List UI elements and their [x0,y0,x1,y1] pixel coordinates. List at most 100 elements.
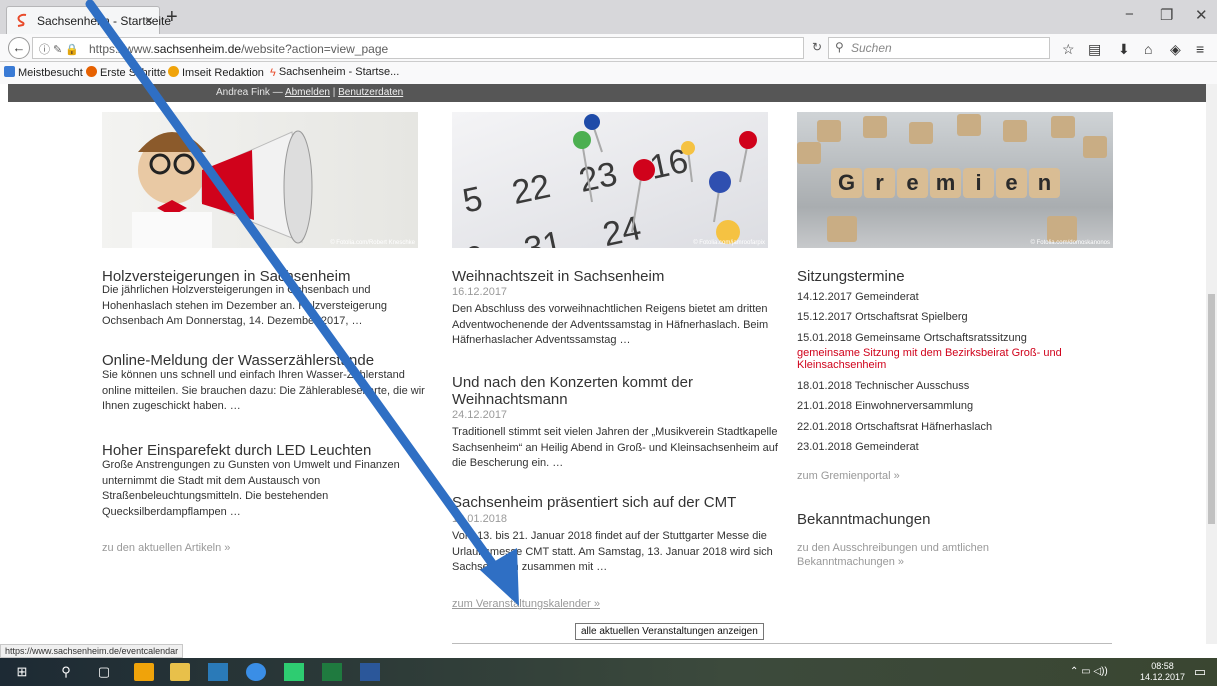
url-text: https://www.sachsenheim.de/website?actio… [89,42,389,56]
svg-text:23: 23 [576,155,621,200]
home-icon[interactable]: ⌂ [1144,41,1152,57]
windows-taskbar: ⊞ ⚲ ▢ ⌃ ▭ ◁)) 08:58 14.12.2017 ▭ [0,658,1217,686]
megaphone-image[interactable]: © Fotolia.com/Robert Kneschke [102,112,418,248]
excel-icon[interactable] [322,663,342,681]
letter-cube: m [930,168,961,198]
search-input[interactable]: ⚲ Suchen [828,37,1050,59]
bookmark-star-icon[interactable]: ☆ [1062,41,1075,58]
article-teaser: Große Anstrengungen zu Gunsten von Umwel… [102,459,400,518]
article-teaser: Vom 13. bis 21. Januar 2018 findet auf d… [452,530,773,573]
userbar-separator: | [332,87,336,98]
event-calendar-link[interactable]: zum Veranstaltungskalender » [452,598,600,610]
scrollbar-thumb[interactable] [1208,294,1215,524]
committee-portal-link[interactable]: zum Gremienportal » [797,470,900,482]
reload-icon[interactable]: ↻ [812,40,822,54]
meeting-item[interactable]: 22.01.2018 Ortschaftsrat Häfnerhaslach [797,421,992,433]
article-title[interactable]: Online-Meldung der Wasserzählerstände [102,352,374,369]
bookmarks-bar: Meistbesucht Erste Schritte Imseit Redak… [0,62,1217,84]
articles-more-link[interactable]: zu den aktuellen Artikeln » [102,542,230,554]
windows-start-icon[interactable]: ⊞ [12,663,32,681]
file-explorer-icon[interactable] [170,663,190,681]
calendar-pins-image[interactable]: 5222316 63124 © Fotolia.com/jamroofarpix [452,112,768,248]
gremien-image[interactable]: G r e m i e n © Fotolia.com/domoskanonos [797,112,1113,248]
svg-text:6: 6 [462,238,488,248]
userdata-link[interactable]: Benutzerdaten [338,87,403,98]
article-teaser: Den Abschluss des vorweihnachtlichen Rei… [452,303,769,346]
logout-link[interactable]: Abmelden [285,87,330,98]
section-title: Sitzungstermine [797,268,905,285]
announcements-link[interactable]: zu den Ausschreibungen und amtlichen Bek… [797,541,1057,569]
article-date: 24.12.2017 [452,409,508,421]
meeting-item[interactable]: 23.01.2018 Gemeinderat [797,441,919,453]
user-bar: Andrea Fink — Abmelden | Benutzerdaten [8,84,1206,102]
svg-text:5: 5 [459,179,485,220]
sachsenheim-favicon-icon [17,13,27,27]
screen: Sachsenheim - Startseite × + − ❐ ✕ ← ⓘ ✎… [0,0,1217,686]
article-date: 13.01.2018 [452,513,508,525]
notification-icon[interactable]: ▭ [1190,663,1210,681]
meeting-item[interactable]: 21.01.2018 Einwohnerversammlung [797,400,973,412]
outlook-icon[interactable] [134,663,154,681]
image-credit: © Fotolia.com/jamroofarpix [693,240,765,246]
article-teaser: Die jährlichen Holzversteigerungen in Oc… [102,284,387,327]
tab-close-icon[interactable]: × [145,12,153,28]
section-title: Bekanntmachungen [797,511,931,528]
bookmark-item[interactable]: Erste Schritte [86,66,166,79]
app-icon[interactable] [208,663,228,681]
search-placeholder: Suchen [851,41,892,55]
clock-time: 08:58 [1151,661,1174,671]
tooltip: alle aktuellen Veranstaltungen anzeigen [575,623,764,640]
meeting-item[interactable]: 15.12.2017 Ortschaftsrat Spielberg [797,311,968,323]
web-page: Andrea Fink — Abmelden | Benutzerdaten ©… [0,84,1217,644]
user-name: Andrea Fink — [216,87,283,98]
letter-cubes: G r e m i e n [831,168,1060,198]
pocket-icon[interactable]: ◈ [1170,41,1181,58]
minimize-icon[interactable]: − [1125,6,1134,23]
menu-icon[interactable]: ≡ [1196,41,1204,57]
letter-cube: e [996,168,1027,198]
article-title-line2[interactable]: Weihnachtsmann [452,391,568,408]
page-scrollbar[interactable] [1206,84,1217,644]
divider [452,643,1112,644]
meeting-item[interactable]: 15.01.2018 Gemeinsame Ortschaftsratssitz… [797,332,1027,344]
svg-text:22: 22 [509,167,554,212]
article-title[interactable]: Und nach den Konzerten kommt der [452,374,693,391]
firefox-icon[interactable] [246,663,266,681]
new-tab-icon[interactable]: + [166,6,178,28]
download-icon[interactable]: ⬇ [1118,41,1130,58]
window-close-icon[interactable]: ✕ [1195,6,1208,24]
app-icon[interactable] [284,663,304,681]
search-icon: ⚲ [835,40,844,54]
article-date: 16.12.2017 [452,286,508,298]
article-teaser: Sie können uns schnell und einfach Ihren… [102,369,425,412]
lock-icon: 🔒 [65,44,80,56]
article-title[interactable]: Hoher Einsparefekt durch LED Leuchten [102,442,371,459]
back-arrow-icon[interactable]: ← [8,37,30,59]
search-icon[interactable]: ⚲ [56,663,76,681]
letter-cube: r [864,168,895,198]
meeting-note: gemeinsame Sitzung mit dem Bezirksbeirat… [797,347,1062,371]
article-title[interactable]: Sachsenheim präsentiert sich auf der CMT [452,494,736,511]
bookmark-item[interactable]: Imseit Redaktion [168,66,264,79]
system-tray-icons[interactable]: ⌃ ▭ ◁)) [1070,666,1108,677]
article-title[interactable]: Weihnachtszeit in Sachsenheim [452,268,664,285]
bookmark-item[interactable]: Meistbesucht [4,66,83,79]
image-credit: © Fotolia.com/Robert Kneschke [330,240,415,246]
meeting-item[interactable]: 18.01.2018 Technischer Ausschuss [797,380,969,392]
taskbar-clock[interactable]: 08:58 14.12.2017 [1140,661,1185,683]
address-bar[interactable]: ⓘ ✎ 🔒 https://www.sachsenheim.de/website… [32,37,804,59]
reading-list-icon[interactable]: ▤ [1088,41,1101,58]
bookmark-item[interactable]: ϟ Sachsenheim - Startse... [270,66,399,79]
task-view-icon[interactable]: ▢ [94,663,114,681]
letter-cube: n [1029,168,1060,198]
letter-cube: e [897,168,928,198]
word-icon[interactable] [360,663,380,681]
restore-icon[interactable]: ❐ [1160,6,1173,24]
browser-tab[interactable]: Sachsenheim - Startseite × [6,6,171,34]
clock-date: 14.12.2017 [1140,672,1186,682]
browser-navbar: ← ⓘ ✎ 🔒 https://www.sachsenheim.de/websi… [0,34,1217,62]
site-info-icon[interactable]: ⓘ ✎ 🔒 [39,41,79,57]
article-teaser: Traditionell stimmt seit vielen Jahren d… [452,426,778,469]
meeting-item[interactable]: 14.12.2017 Gemeinderat [797,291,919,303]
svg-text:24: 24 [599,209,644,248]
